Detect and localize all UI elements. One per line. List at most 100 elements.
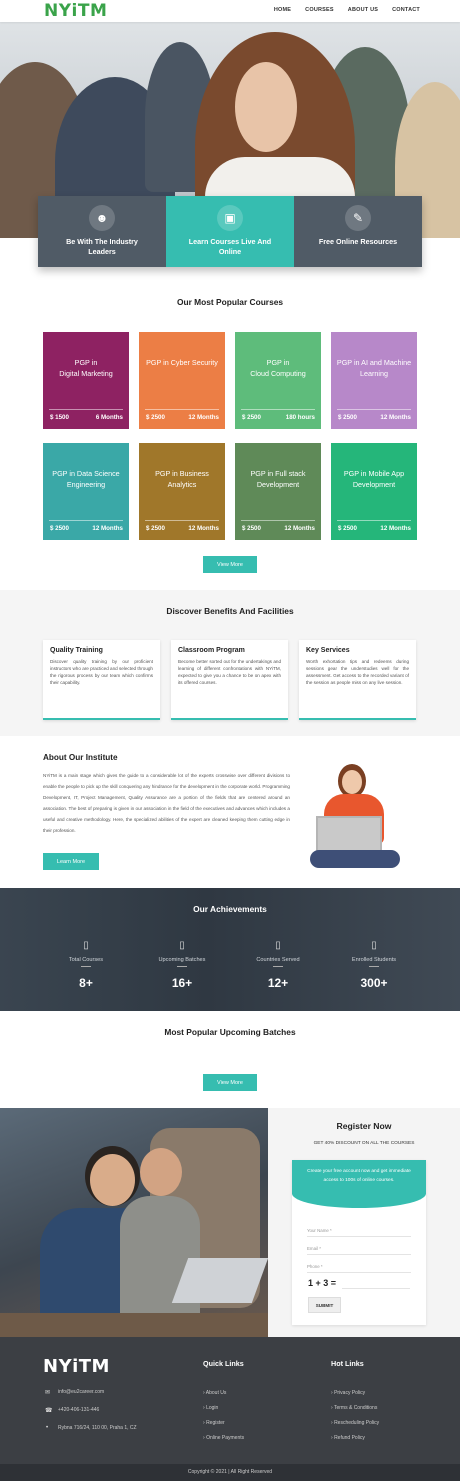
link-label: About Us bbox=[205, 1390, 227, 1396]
book-icon: ▯ bbox=[83, 940, 89, 951]
hot-link-privacy[interactable]: › Privacy Policy bbox=[331, 1390, 365, 1396]
course-card[interactable]: PGP in Data Science Engineering $ 2500 12 … bbox=[43, 443, 129, 540]
link-label: Register bbox=[206, 1420, 225, 1426]
quick-links-title: Quick Links bbox=[203, 1359, 244, 1368]
monitor-icon: ▣ bbox=[217, 205, 243, 231]
footer-address: Rybna 716/24, 110 00, Praha 1, CZ bbox=[58, 1425, 137, 1431]
stat-divider bbox=[81, 966, 91, 967]
benefit-text: Discover quality training by our profici… bbox=[50, 659, 153, 685]
people-icon: ☻ bbox=[89, 205, 115, 231]
main-nav: HOME COURSES ABOUT US CONTACT bbox=[274, 7, 420, 13]
course-card[interactable]: PGP in Cloud Computing $ 2500 180 hours bbox=[235, 332, 321, 429]
view-more-batches-button[interactable]: View More bbox=[203, 1074, 257, 1091]
link-label: Terms & Conditions bbox=[333, 1405, 378, 1411]
feature-label: Be With The Industry Leaders bbox=[66, 237, 138, 256]
calendar-icon: ▯ bbox=[179, 940, 185, 951]
captcha-question: 1 + 3 = bbox=[308, 1278, 337, 1288]
email-field[interactable]: Email * bbox=[307, 1244, 411, 1255]
course-price: $ 2500 bbox=[242, 525, 261, 532]
register-title: Register Now bbox=[336, 1121, 392, 1131]
register-subtitle: GET 40% DISCOUNT ON ALL THE COURSES bbox=[313, 1141, 415, 1146]
phone-icon: ☎ bbox=[45, 1408, 53, 1414]
name-field[interactable]: Your Name * bbox=[307, 1226, 411, 1237]
nav-home[interactable]: HOME bbox=[274, 7, 291, 13]
email-icon: ✉ bbox=[45, 1390, 51, 1396]
course-card[interactable]: PGP in Digital Marketing $ 1500 6 Months bbox=[43, 332, 129, 429]
about-text: NYiTM is a main stage which gives the gu… bbox=[43, 773, 290, 833]
copyright: Copyright © 2021 | All Right Reserved bbox=[0, 1464, 460, 1481]
course-divider bbox=[337, 520, 411, 521]
course-price: $ 2500 bbox=[146, 414, 165, 421]
course-price: $ 2500 bbox=[338, 525, 357, 532]
nav-about-us[interactable]: ABOUT US bbox=[348, 7, 378, 13]
achievement-enrolled-students: ▯ Enrolled Students 300+ bbox=[324, 940, 424, 990]
benefit-text: Become better sorted out for the underta… bbox=[178, 659, 281, 685]
register-form: Create your free account now and get imm… bbox=[292, 1160, 426, 1325]
submit-button[interactable]: SUBMIT bbox=[308, 1297, 341, 1313]
course-duration: 12 Months bbox=[380, 525, 411, 532]
course-duration: 6 Months bbox=[95, 414, 123, 421]
footer-logo[interactable]: NYiTM bbox=[43, 1356, 110, 1377]
hot-links-title: Hot Links bbox=[331, 1359, 364, 1368]
course-price: $ 2500 bbox=[146, 525, 165, 532]
benefits-title: Discover Benefits And Facilities bbox=[166, 606, 294, 616]
feature-learn-online: ▣ Learn Courses Live And Online bbox=[166, 196, 294, 267]
achievements-title: Our Achievements bbox=[193, 904, 267, 914]
footer-email[interactable]: info@eu2career.com bbox=[58, 1389, 104, 1395]
site-header: NYiTM HOME COURSES ABOUT US CONTACT bbox=[0, 0, 460, 22]
captcha-input[interactable] bbox=[342, 1278, 410, 1289]
course-duration: 12 Months bbox=[380, 414, 411, 421]
course-name: PGP in Mobile App Development bbox=[343, 469, 405, 489]
student-icon: ▯ bbox=[371, 940, 377, 951]
stat-divider bbox=[177, 966, 187, 967]
footer-phone[interactable]: +420-406-131-446 bbox=[58, 1407, 99, 1413]
hot-link-rescheduling[interactable]: › Rescheduling Policy bbox=[331, 1420, 379, 1426]
resources-icon: ✎ bbox=[345, 205, 371, 231]
stat-label: Upcoming Batches bbox=[158, 957, 206, 963]
course-name: PGP in Cloud Computing bbox=[250, 358, 306, 378]
course-card[interactable]: PGP in Mobile App Development $ 2500 12 Mo… bbox=[331, 443, 417, 540]
benefit-classroom-program: Classroom Program Become better sorted o… bbox=[171, 640, 288, 720]
logo[interactable]: NYiTM bbox=[44, 1, 107, 21]
globe-icon: ▯ bbox=[275, 940, 281, 951]
stat-label: Countries Served bbox=[256, 957, 300, 963]
feature-label: Learn Courses Live And Online bbox=[188, 237, 272, 256]
quick-link-payments[interactable]: › Online Payments bbox=[203, 1435, 244, 1441]
course-divider bbox=[145, 409, 219, 410]
stat-label: Total Courses bbox=[68, 957, 104, 963]
course-price: $ 2500 bbox=[338, 414, 357, 421]
learn-more-button[interactable]: Learn More bbox=[43, 853, 99, 870]
course-name: PGP in Digital Marketing bbox=[59, 358, 113, 378]
location-icon: • bbox=[46, 1425, 49, 1431]
stat-label: Enrolled Students bbox=[351, 957, 397, 963]
link-label: Online Payments bbox=[206, 1435, 245, 1441]
course-duration: 12 Months bbox=[92, 525, 123, 532]
course-divider bbox=[49, 520, 123, 521]
hot-link-refund[interactable]: › Refund Policy bbox=[331, 1435, 365, 1441]
quick-link-about[interactable]: › About Us bbox=[203, 1390, 226, 1396]
view-more-courses-button[interactable]: View More bbox=[203, 556, 257, 573]
nav-contact[interactable]: CONTACT bbox=[392, 7, 420, 13]
course-name: PGP in Full stack Development bbox=[250, 469, 306, 489]
course-name: PGP in AI and Machine Learning bbox=[336, 358, 412, 378]
link-label: Refund Policy bbox=[334, 1435, 365, 1441]
phone-field[interactable]: Phone * bbox=[307, 1262, 411, 1273]
hot-link-terms[interactable]: › Terms & Conditions bbox=[331, 1405, 377, 1411]
quick-link-login[interactable]: › Login bbox=[203, 1405, 218, 1411]
course-duration: 12 Months bbox=[188, 414, 219, 421]
benefit-title: Key Services bbox=[306, 647, 350, 654]
batches-title: Most Popular Upcoming Batches bbox=[164, 1027, 296, 1037]
stat-value: 16+ bbox=[171, 976, 193, 990]
course-name: PGP in Cyber Security bbox=[146, 358, 218, 367]
quick-link-register[interactable]: › Register bbox=[203, 1420, 225, 1426]
course-card[interactable]: PGP in Business Analytics $ 2500 12 Months bbox=[139, 443, 225, 540]
stat-value: 300+ bbox=[360, 976, 388, 990]
link-label: Login bbox=[206, 1405, 219, 1411]
course-card[interactable]: PGP in AI and Machine Learning $ 2500 12 M… bbox=[331, 332, 417, 429]
feature-boxes: ☻ Be With The Industry Leaders ▣ Learn C… bbox=[38, 196, 422, 267]
achievement-upcoming-batches: ▯ Upcoming Batches 16+ bbox=[132, 940, 232, 990]
course-card[interactable]: PGP in Cyber Security $ 2500 12 Months bbox=[139, 332, 225, 429]
courses-title: Our Most Popular Courses bbox=[176, 297, 284, 307]
nav-courses[interactable]: COURSES bbox=[305, 7, 334, 13]
course-card[interactable]: PGP in Full stack Development $ 2500 12 Mo… bbox=[235, 443, 321, 540]
